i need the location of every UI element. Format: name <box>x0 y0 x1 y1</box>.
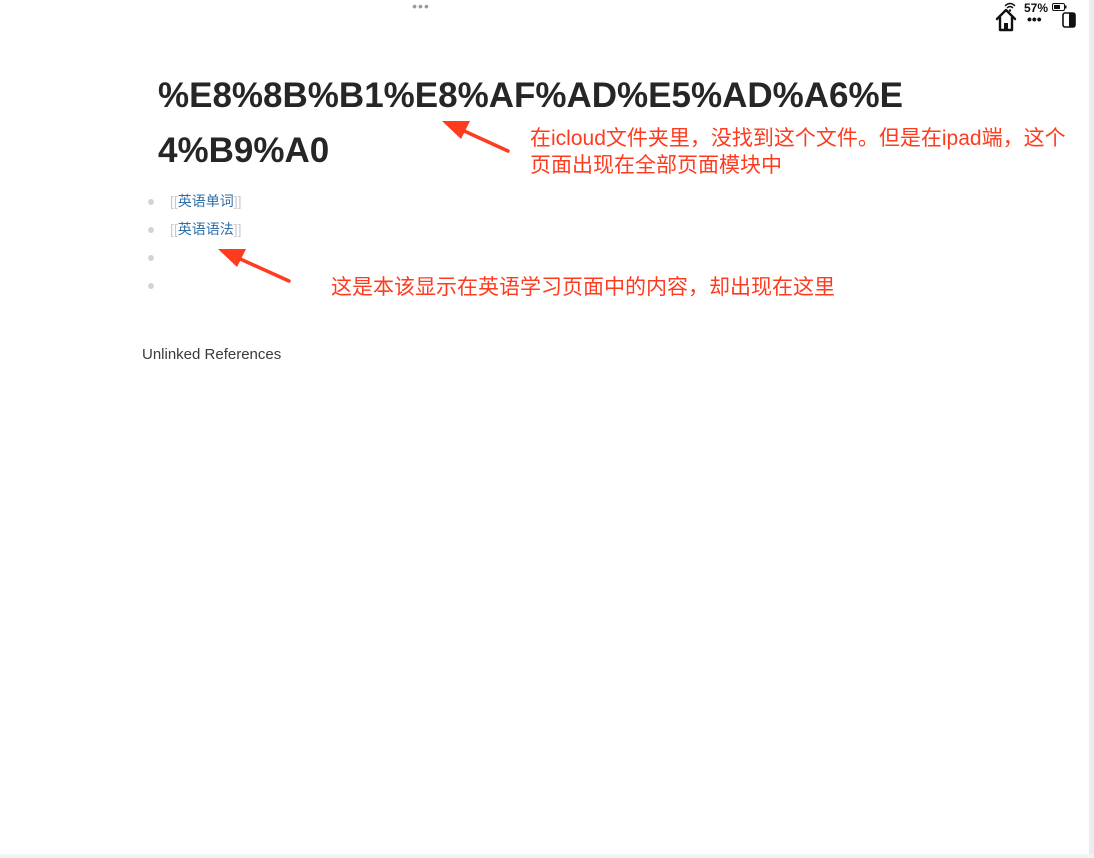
annotation-arrow-title <box>442 121 510 153</box>
annotation-arrow-blocks <box>218 249 291 283</box>
annotation-arrows <box>218 121 510 283</box>
